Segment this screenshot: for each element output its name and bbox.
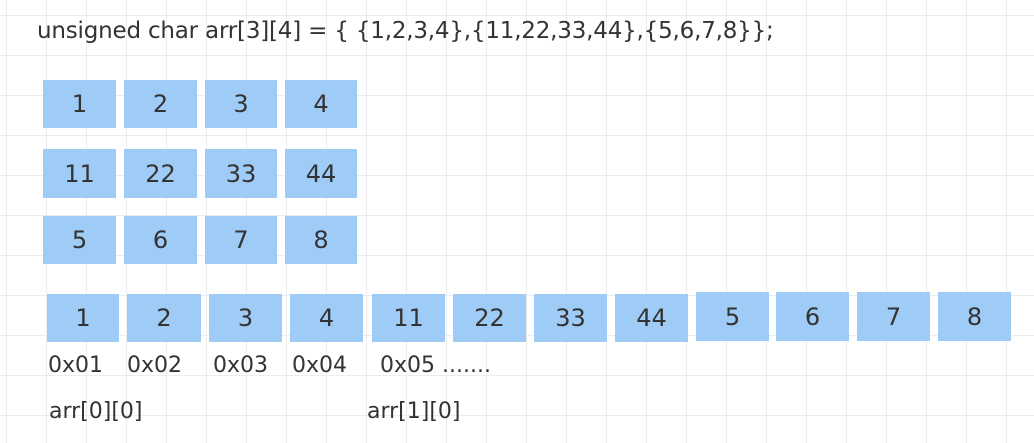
memory-cell-8: 5 <box>696 292 769 341</box>
memory-cell-6: 33 <box>534 294 607 342</box>
grid-cell-r0c3: 4 <box>285 80 357 128</box>
memory-cell-3: 4 <box>290 294 363 342</box>
grid-cell-r2c0: 5 <box>43 216 116 264</box>
index-label-arr00: arr[0][0] <box>49 399 143 424</box>
memory-cell-2: 3 <box>209 294 282 342</box>
grid-cell-r1c0: 11 <box>43 149 116 198</box>
grid-cell-r0c1: 2 <box>124 80 197 128</box>
address-label-3: 0x04 <box>292 353 348 378</box>
address-label-2: 0x03 <box>213 353 269 378</box>
index-label-arr10: arr[1][0] <box>367 399 461 424</box>
grid-cell-r1c1: 22 <box>124 149 197 198</box>
address-label-0: 0x01 <box>48 353 104 378</box>
grid-cell-r2c1: 6 <box>124 216 197 264</box>
memory-cell-5: 22 <box>453 294 526 342</box>
grid-cell-r2c3: 8 <box>285 216 357 264</box>
address-label-1: 0x02 <box>127 353 183 378</box>
memory-cell-0: 1 <box>47 294 119 342</box>
memory-cell-4: 11 <box>372 294 445 342</box>
memory-cell-1: 2 <box>127 294 201 342</box>
address-label-4: 0x05 ....... <box>380 353 491 378</box>
grid-cell-r2c2: 7 <box>205 216 277 264</box>
grid-cell-r0c0: 1 <box>43 80 116 128</box>
grid-cell-r1c2: 33 <box>205 149 277 198</box>
code-declaration: unsigned char arr[3][4] = { {1,2,3,4},{1… <box>37 18 774 44</box>
grid-cell-r0c2: 3 <box>205 80 277 128</box>
memory-cell-9: 6 <box>776 292 849 341</box>
memory-cell-11: 8 <box>938 292 1011 341</box>
memory-cell-10: 7 <box>857 292 930 341</box>
memory-cell-7: 44 <box>615 294 688 342</box>
grid-cell-r1c3: 44 <box>285 149 357 198</box>
